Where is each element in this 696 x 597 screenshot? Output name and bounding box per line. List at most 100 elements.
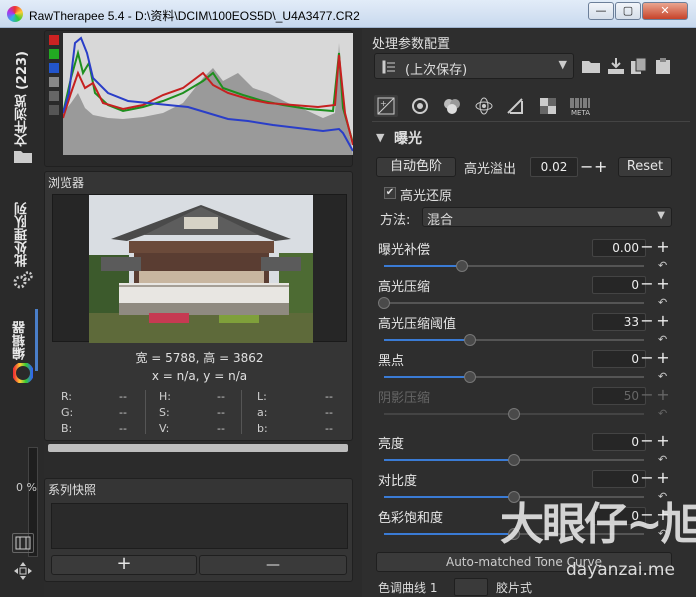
remove-snapshot-button[interactable]: — xyxy=(199,555,347,575)
reset-arrow-icon[interactable]: ↶ xyxy=(658,296,667,309)
info-v-label: V: xyxy=(159,422,170,435)
transform-tab-icon[interactable] xyxy=(504,95,528,117)
minimize-button[interactable]: — xyxy=(588,2,614,20)
black-point-slider[interactable]: 黑点 0 − + ↶ xyxy=(376,350,672,387)
exposure-section-title: 曝光 xyxy=(394,131,422,147)
reset-arrow-icon[interactable]: ↶ xyxy=(658,453,667,466)
slider-track[interactable] xyxy=(384,260,644,272)
slider-knob[interactable] xyxy=(464,334,476,346)
slider-plus-button[interactable]: + xyxy=(656,239,670,255)
metadata-tab-icon[interactable]: META xyxy=(568,95,592,117)
reset-arrow-icon[interactable]: ↶ xyxy=(658,333,667,346)
info-lab-b-value: -- xyxy=(325,422,333,435)
save-profile-icon[interactable] xyxy=(605,55,627,77)
color-tab-icon[interactable] xyxy=(440,95,464,117)
histogram-luma-toggle[interactable] xyxy=(49,77,59,87)
slider-fill xyxy=(384,376,470,378)
slider-plus-button[interactable]: + xyxy=(656,276,670,292)
slider-value[interactable]: 0 xyxy=(592,350,646,368)
method-select[interactable]: 混合 ▼ xyxy=(422,207,672,228)
maximize-button[interactable]: ▢ xyxy=(615,2,641,20)
slider-plus-button[interactable]: + xyxy=(656,313,670,329)
slider-fill xyxy=(384,533,514,535)
slider-label: 黑点 xyxy=(378,354,405,369)
watermark-url: dayanzai.me xyxy=(566,560,675,580)
highlight-compression-slider[interactable]: 高光压缩 0 − + ↶ xyxy=(376,276,672,313)
highlight-clip-input[interactable]: 0.02 xyxy=(530,157,578,177)
info-r-value: -- xyxy=(119,390,127,403)
slider-knob[interactable] xyxy=(378,297,390,309)
highlight-clip-minus-button[interactable]: − xyxy=(580,157,593,176)
slider-knob[interactable] xyxy=(508,454,520,466)
open-profile-folder-icon[interactable] xyxy=(580,55,602,77)
highlight-clip-plus-button[interactable]: + xyxy=(594,157,607,176)
slider-label: 曝光补偿 xyxy=(378,243,431,258)
reset-arrow-icon: ↶ xyxy=(658,407,668,420)
slider-track[interactable] xyxy=(384,371,644,383)
slider-knob[interactable] xyxy=(464,371,476,383)
curve-type-select[interactable] xyxy=(454,578,488,596)
slider-minus-button: − xyxy=(640,385,654,404)
slider-label: 阴影压缩 xyxy=(378,391,431,406)
copy-profile-icon[interactable] xyxy=(628,55,650,77)
slider-minus-button[interactable]: − xyxy=(640,239,654,255)
auto-levels-button[interactable]: 自动色阶 xyxy=(376,157,456,177)
slider-track[interactable] xyxy=(384,454,644,466)
slider-track[interactable] xyxy=(384,334,644,346)
paste-profile-icon[interactable] xyxy=(652,55,674,77)
curve-mode-value[interactable]: 胶片式 xyxy=(496,579,532,596)
tab-file-browser[interactable]: 文件浏览 (223) xyxy=(6,39,38,159)
slider-track xyxy=(384,408,644,420)
slider-track[interactable] xyxy=(378,297,644,309)
slider-knob[interactable] xyxy=(456,260,468,272)
rawtherapee-app-icon xyxy=(7,6,23,22)
pan-arrows-icon[interactable] xyxy=(12,560,34,582)
advanced-tab-icon[interactable] xyxy=(472,95,496,117)
slider-plus-button: + xyxy=(656,385,670,404)
slider-minus-button[interactable]: − xyxy=(640,470,654,486)
film-strip-icon[interactable] xyxy=(12,533,34,553)
slider-minus-button[interactable]: − xyxy=(640,276,654,292)
window-title: RawTherapee 5.4 - D:\资料\DCIM\100EOS5D\_U… xyxy=(29,9,360,23)
exposure-compensation-slider[interactable]: 曝光补偿 0.00 − + ↶ xyxy=(376,239,672,276)
reset-arrow-icon[interactable]: ↶ xyxy=(658,370,667,383)
slider-value[interactable]: 0 xyxy=(592,276,646,294)
histogram-green-toggle[interactable] xyxy=(49,49,59,59)
info-a-label: a: xyxy=(257,406,268,419)
slider-fill xyxy=(384,496,514,498)
slider-value[interactable]: 0 xyxy=(592,470,646,488)
slider-minus-button[interactable]: − xyxy=(640,313,654,329)
histogram-blue-toggle[interactable] xyxy=(49,63,59,73)
slider-plus-button[interactable]: + xyxy=(656,350,670,366)
add-snapshot-button[interactable]: + xyxy=(51,555,197,575)
detail-tab-icon[interactable] xyxy=(408,95,432,117)
highlight-recovery-checkbox[interactable]: ✔ xyxy=(384,187,396,199)
slider-value[interactable]: 33 xyxy=(592,313,646,331)
raw-tab-icon[interactable] xyxy=(536,95,560,117)
panel-splitter[interactable] xyxy=(48,444,348,452)
info-divider xyxy=(241,390,242,434)
reset-button[interactable]: Reset xyxy=(618,157,672,177)
slider-plus-button[interactable]: + xyxy=(656,470,670,486)
navigator-preview-frame[interactable] xyxy=(52,194,347,343)
slider-minus-button[interactable]: − xyxy=(640,433,654,449)
histogram-raw-toggle[interactable] xyxy=(49,105,59,115)
highlight-compression-threshold-slider[interactable]: 高光压缩阈值 33 − + ↶ xyxy=(376,313,672,350)
exposure-tab-icon[interactable]: + xyxy=(374,95,398,117)
slider-value[interactable]: 0.00 xyxy=(592,239,646,257)
collapse-arrow-icon[interactable]: ▼ xyxy=(376,131,384,144)
close-button[interactable]: ✕ xyxy=(642,2,688,20)
reset-arrow-icon[interactable]: ↶ xyxy=(658,259,667,272)
profile-select[interactable]: (上次保存) ▼ xyxy=(374,53,574,79)
slider-plus-button[interactable]: + xyxy=(656,433,670,449)
info-v-value: -- xyxy=(217,422,225,435)
lightness-slider[interactable]: 亮度 0 − + ↶ xyxy=(376,433,672,470)
histogram-chroma-toggle[interactable] xyxy=(49,91,59,101)
info-b-value: -- xyxy=(119,422,127,435)
profile-selected-value: (上次保存) xyxy=(405,63,468,78)
navigator-title: 浏览器 xyxy=(48,176,85,190)
histogram-red-toggle[interactable] xyxy=(49,35,59,45)
slider-value[interactable]: 0 xyxy=(592,433,646,451)
snapshots-list[interactable] xyxy=(51,503,348,549)
slider-minus-button[interactable]: − xyxy=(640,350,654,366)
